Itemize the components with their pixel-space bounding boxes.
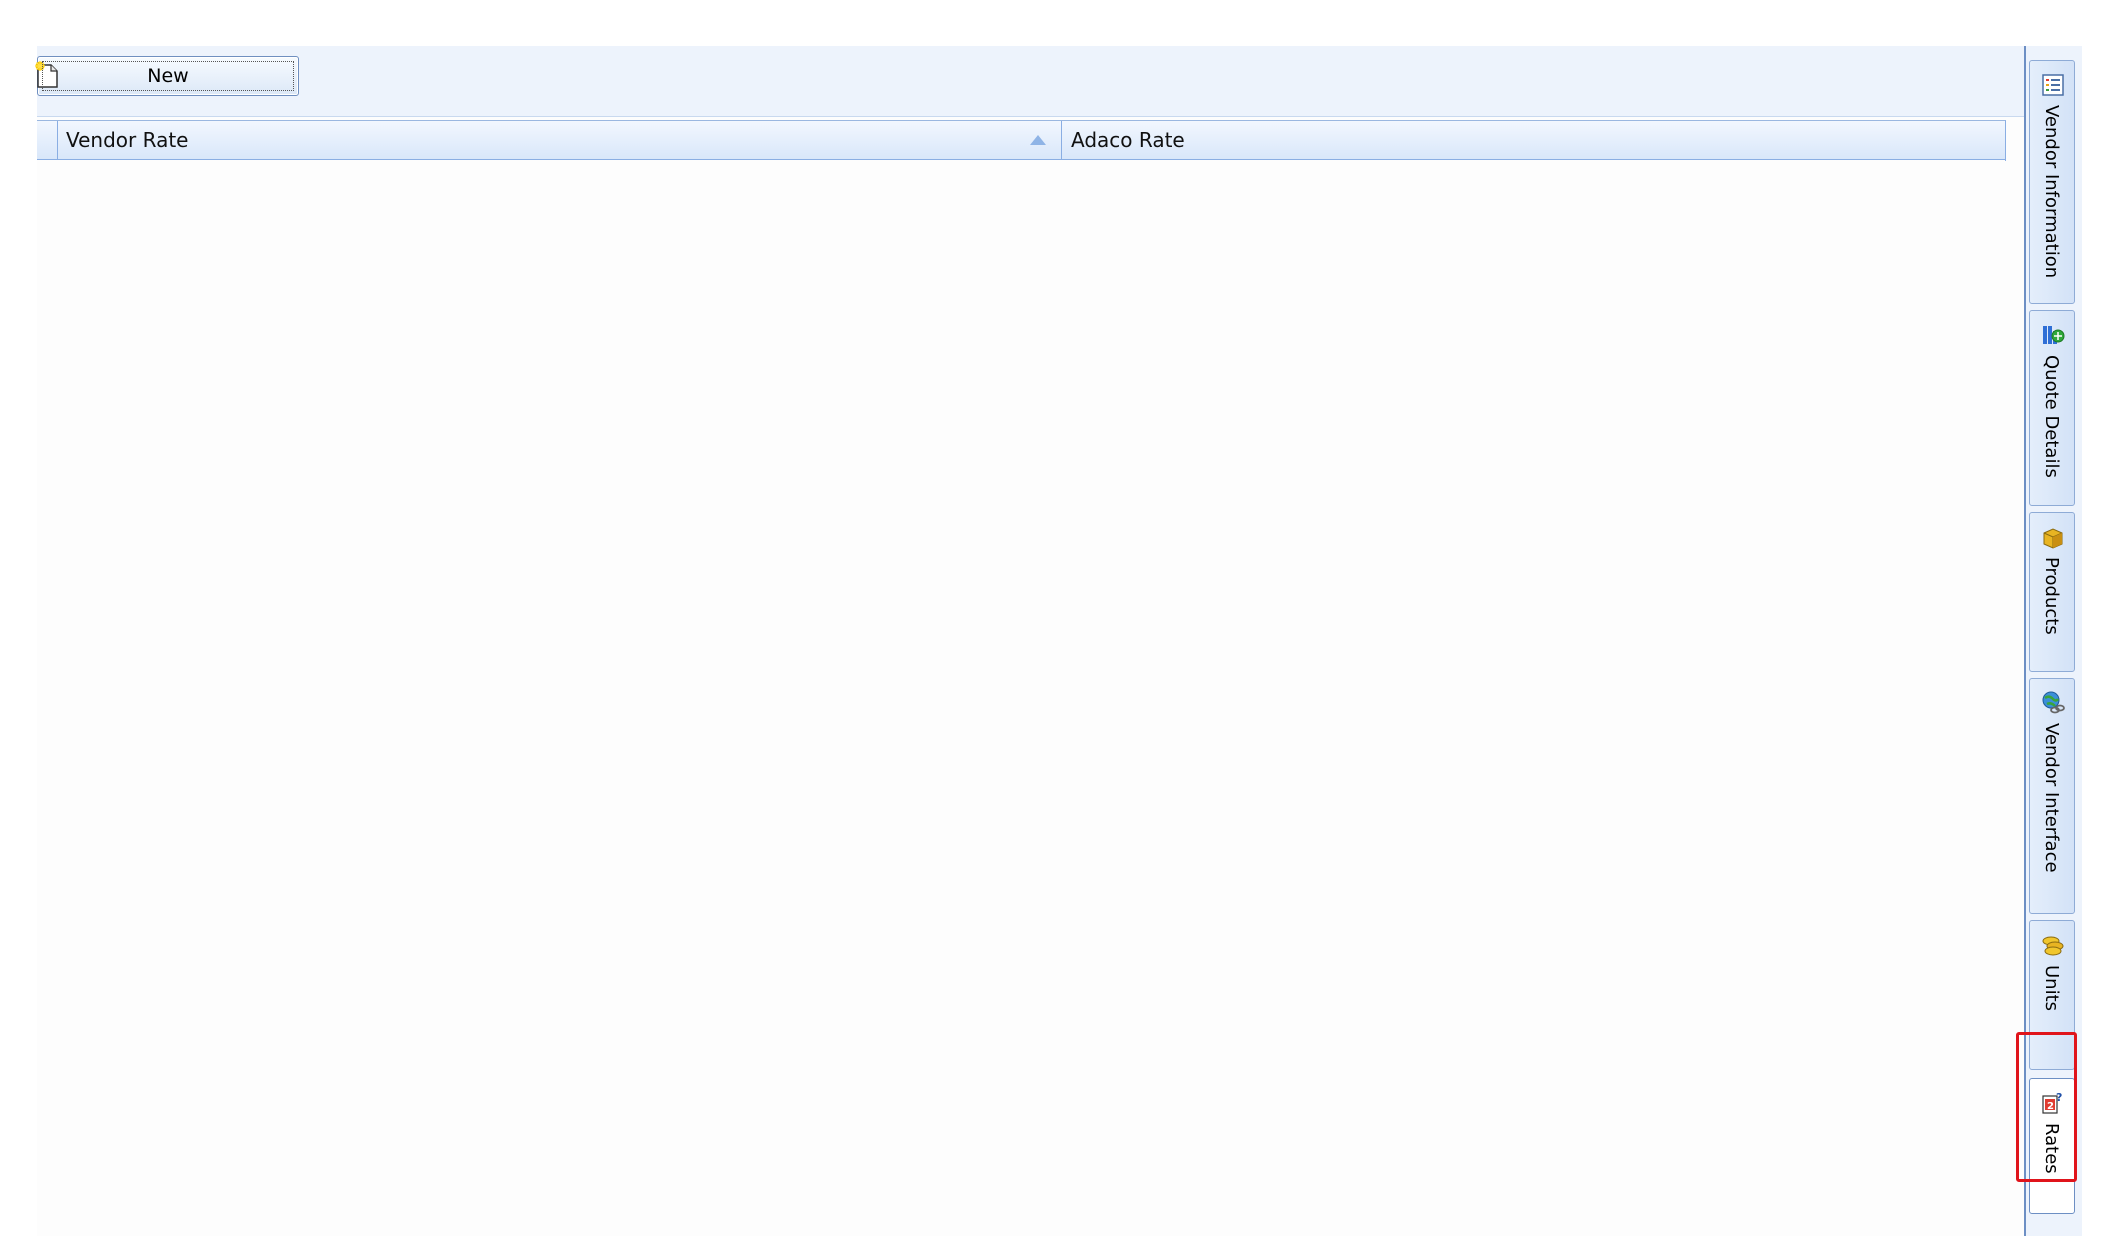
tab-label: Quote Details [2041,355,2062,478]
column-header-label: Adaco Rate [1071,128,1185,152]
column-header-vendor-rate[interactable]: Vendor Rate [58,121,1062,159]
column-header-adaco-rate[interactable]: Adaco Rate [1063,121,1993,159]
list-icon [2042,74,2064,96]
tab-label: Rates [2041,1123,2062,1174]
vertical-tab-strip: Vendor Information Quote Details Product… [2024,46,2082,1236]
coins-icon [2042,936,2064,956]
tab-rates[interactable]: 2 ? Rates [2029,1078,2075,1214]
rates-icon: 2 ? [2042,1091,2062,1114]
tab-quote-details[interactable]: Quote Details [2029,310,2075,506]
tab-vendor-interface[interactable]: Vendor Interface [2029,678,2075,914]
column-header-label: Vendor Rate [66,128,189,152]
sort-ascending-icon [1030,135,1046,145]
rates-panel: New Vendor Rate Adaco Rate [35,46,2024,1236]
app-window: New Vendor Rate Adaco Rate Vendor Inform… [0,0,2108,1254]
tab-label: Units [2041,965,2062,1012]
svg-text:?: ? [2056,1091,2062,1104]
quote-details-icon [2043,326,2065,344]
grid-body[interactable] [37,160,2005,1236]
tab-label: Vendor Information [2041,105,2062,279]
box-icon [2043,528,2063,549]
tab-vendor-information[interactable]: Vendor Information [2029,60,2075,304]
globe-link-icon [2042,691,2065,714]
toolbar: New [35,46,2024,117]
row-indicator-header [37,121,58,159]
focus-rectangle [42,61,294,91]
tab-products[interactable]: Products [2029,512,2075,672]
tab-units[interactable]: Units [2029,920,2075,1070]
tab-label: Vendor Interface [2041,723,2062,873]
grid-header: Vendor Rate Adaco Rate [37,120,2006,161]
new-button[interactable]: New [35,56,299,96]
tab-label: Products [2041,557,2062,635]
svg-text:2: 2 [2047,1101,2054,1112]
